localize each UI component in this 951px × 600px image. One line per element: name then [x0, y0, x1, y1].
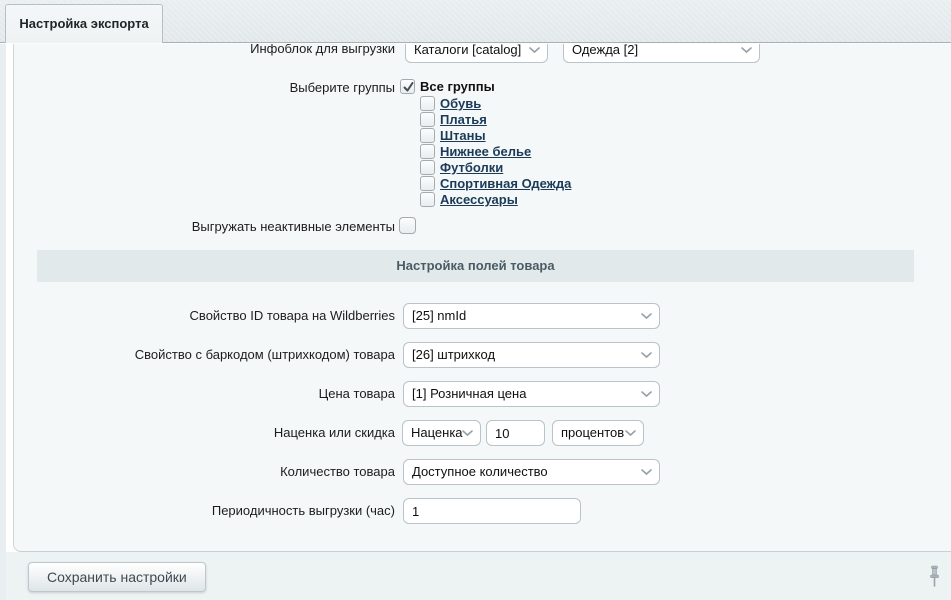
section-header-title: Настройка полей товара	[396, 258, 554, 273]
tab-export-settings[interactable]: Настройка экспорта	[5, 4, 163, 43]
price-label: Цена товара	[319, 386, 395, 402]
infoblock-select-value: Одежда [2]	[572, 44, 638, 57]
group-row: Штаны	[420, 128, 486, 144]
group-checkbox[interactable]	[420, 176, 435, 191]
group-checkbox[interactable]	[420, 160, 435, 175]
period-label: Периодичность выгрузки (час)	[212, 503, 395, 519]
infoblock-type-select-value: Каталоги [catalog]	[414, 44, 521, 57]
group-checkbox[interactable]	[420, 128, 435, 143]
chevron-down-icon	[641, 313, 652, 320]
group-row: Обувь	[420, 96, 481, 112]
export-settings-form: Инфоблок для выгрузки Каталоги [catalog]…	[13, 44, 951, 552]
barcode-select[interactable]: [26] штрихкод	[403, 342, 660, 368]
barcode-select-value: [26] штрихкод	[412, 347, 495, 362]
chevron-down-icon	[641, 469, 652, 476]
chevron-down-icon	[641, 391, 652, 398]
group-link[interactable]: Обувь	[440, 96, 481, 112]
footer-bar: Сохранить настройки	[6, 552, 951, 600]
chevron-down-icon	[741, 47, 752, 54]
nmid-select[interactable]: [25] nmId	[403, 303, 660, 329]
group-row: Футболки	[420, 160, 503, 176]
save-button[interactable]: Сохранить настройки	[28, 562, 206, 592]
barcode-label: Свойство с баркодом (штрихкодом) товара	[135, 347, 395, 363]
quantity-select[interactable]: Доступное количество	[403, 459, 660, 485]
pin-icon[interactable]	[928, 565, 941, 592]
markup-unit-select[interactable]: процентов	[552, 420, 644, 446]
group-row-all: Все группы	[400, 79, 495, 95]
group-link[interactable]: Штаны	[440, 128, 486, 144]
chevron-down-icon	[641, 352, 652, 359]
page-left-edge	[0, 44, 6, 600]
markup-type-select[interactable]: Наценка	[402, 420, 481, 446]
inactive-elements-checkbox[interactable]	[399, 217, 416, 234]
markup-label: Наценка или скидка	[274, 425, 395, 441]
group-link[interactable]: Нижнее белье	[440, 144, 531, 160]
nmid-label: Свойство ID товара на Wildberries	[190, 308, 395, 324]
group-row: Платья	[420, 112, 487, 128]
all-groups-label: Все группы	[420, 79, 495, 95]
section-header: Настройка полей товара	[37, 250, 914, 282]
infoblock-select[interactable]: Одежда [2]	[563, 44, 760, 63]
markup-unit-select-value: процентов	[561, 425, 624, 440]
price-select-value: [1] Розничная цена	[412, 386, 526, 401]
inactive-elements-label: Выгружать неактивные элементы	[192, 219, 395, 235]
group-row: Спортивная Одежда	[420, 176, 571, 192]
price-select[interactable]: [1] Розничная цена	[403, 381, 660, 407]
quantity-label: Количество товара	[280, 464, 395, 480]
markup-type-select-value: Наценка	[411, 425, 463, 440]
group-row: Нижнее белье	[420, 144, 531, 160]
group-link[interactable]: Футболки	[440, 160, 503, 176]
tab-export-settings-label: Настройка экспорта	[19, 16, 148, 31]
group-checkbox[interactable]	[420, 112, 435, 127]
markup-amount-input[interactable]	[486, 420, 545, 446]
chevron-down-icon	[462, 430, 473, 437]
period-input[interactable]	[403, 498, 581, 524]
group-link[interactable]: Аксессуары	[440, 192, 518, 208]
group-checkbox[interactable]	[420, 192, 435, 207]
quantity-select-value: Доступное количество	[412, 464, 548, 479]
groups-label: Выберите группы	[290, 80, 395, 96]
group-link[interactable]: Спортивная Одежда	[440, 176, 571, 192]
nmid-select-value: [25] nmId	[412, 308, 466, 323]
group-checkbox[interactable]	[420, 96, 435, 111]
chevron-down-icon	[625, 430, 636, 437]
chevron-down-icon	[529, 47, 540, 54]
check-icon	[402, 81, 415, 94]
tab-bar: Настройка экспорта	[0, 0, 951, 43]
all-groups-checkbox[interactable]	[400, 79, 415, 94]
group-link[interactable]: Платья	[440, 112, 487, 128]
group-row: Аксессуары	[420, 192, 518, 208]
group-checkbox[interactable]	[420, 144, 435, 159]
infoblock-type-select[interactable]: Каталоги [catalog]	[405, 44, 548, 63]
infoblock-label: Инфоблок для выгрузки	[250, 44, 395, 57]
